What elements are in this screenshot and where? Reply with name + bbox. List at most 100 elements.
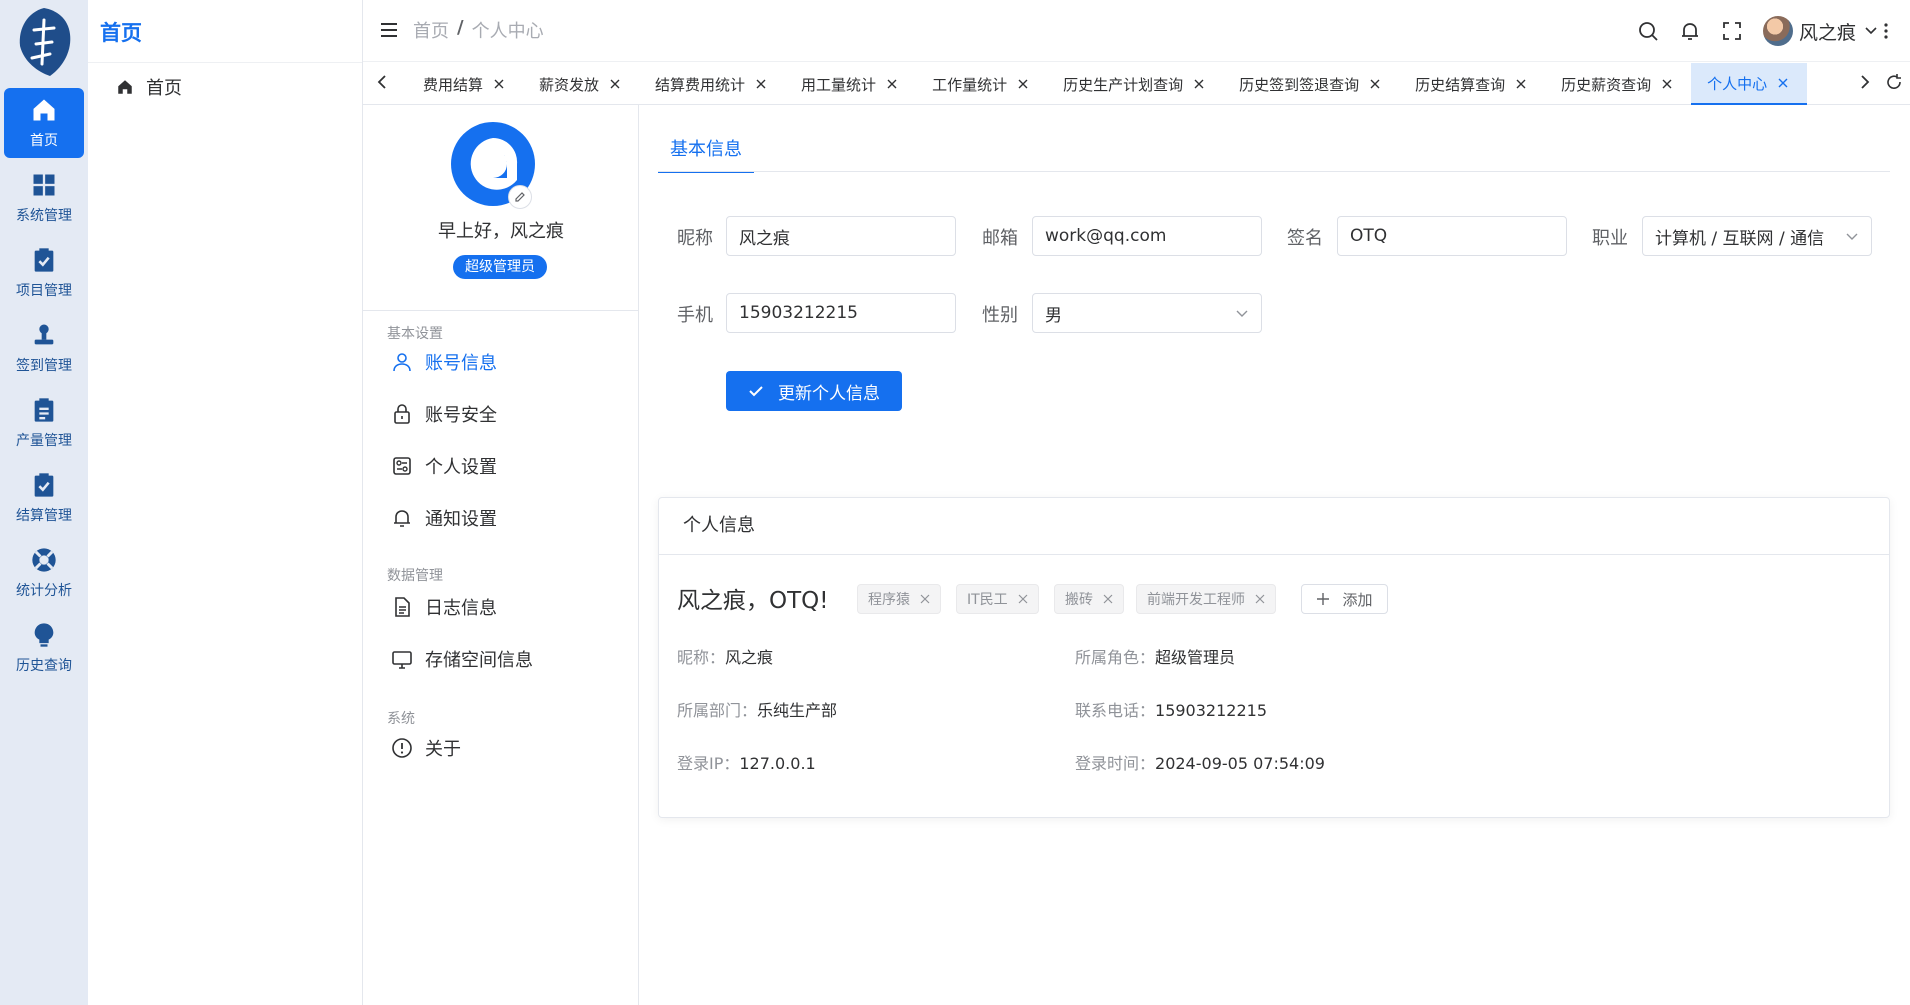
document-icon — [395, 597, 410, 617]
info-value: 2024-09-05 07:54:09 — [1155, 754, 1325, 773]
user-menu[interactable]: 风之痕 — [1762, 16, 1896, 46]
tag-chip: 程序猿 — [857, 584, 941, 614]
hamburger-icon[interactable] — [379, 20, 399, 40]
rail-item-label: 产量管理 — [16, 433, 72, 449]
tab-history-production[interactable]: 历史生产计划查询 — [1047, 63, 1223, 105]
tab-history-checkin[interactable]: 历史签到签退查询 — [1223, 63, 1399, 105]
close-icon[interactable] — [1661, 78, 1673, 90]
job-label: 职业 — [1592, 228, 1628, 249]
settings-card-icon — [393, 457, 411, 475]
info-key: 联系电话： — [1075, 701, 1156, 720]
menu-item-personal-settings[interactable]: 个人设置 — [391, 453, 497, 479]
divider — [363, 310, 639, 311]
fullscreen-icon[interactable] — [1721, 20, 1743, 42]
info-value: 127.0.0.1 — [739, 754, 816, 773]
submenu-title: 首页 — [88, 0, 362, 63]
clipboard-check-icon — [34, 473, 54, 497]
breadcrumb: 首页 / 个人中心 — [413, 17, 544, 43]
tab-salary-payment[interactable]: 薪资发放 — [523, 63, 639, 105]
tab-personal-center[interactable]: 个人中心 — [1691, 63, 1808, 105]
info-department: 所属部门：乐纯生产部 — [677, 697, 837, 721]
submenu-item-home[interactable]: 首页 — [116, 74, 182, 100]
tag-chip: IT民工 — [956, 584, 1039, 614]
info-value: 超级管理员 — [1155, 648, 1236, 667]
close-icon[interactable] — [1369, 78, 1381, 90]
clipboard-check-icon — [34, 248, 54, 272]
menu-group-basic: 基本设置 — [387, 326, 443, 342]
chevron-down-icon — [1865, 27, 1877, 35]
avatar-edit-button[interactable] — [508, 185, 532, 209]
signature-value: OTQ — [1350, 226, 1388, 246]
tab-settlement-stats[interactable]: 结算费用统计 — [639, 63, 785, 105]
job-value: 计算机 / 互联网 / 通信 — [1655, 228, 1825, 249]
tab-label: 历史生产计划查询 — [1063, 75, 1184, 94]
close-icon[interactable] — [1103, 594, 1113, 604]
menu-item-label: 通知设置 — [425, 509, 497, 530]
tag-label: 搬砖 — [1065, 592, 1093, 608]
info-key: 所属部门： — [677, 701, 758, 720]
gender-label: 性别 — [982, 305, 1018, 326]
menu-item-account-info[interactable]: 账号信息 — [391, 349, 497, 375]
tab-history-salary[interactable]: 历史薪资查询 — [1545, 63, 1691, 105]
close-icon[interactable] — [493, 78, 505, 90]
rail-item-settlement[interactable]: 结算管理 — [4, 463, 84, 533]
add-tag-button[interactable]: 添加 — [1301, 584, 1388, 614]
bell-icon[interactable] — [1679, 20, 1701, 42]
tag-label: IT民工 — [967, 592, 1008, 608]
close-icon[interactable] — [1018, 594, 1028, 604]
search-icon[interactable] — [1637, 20, 1659, 42]
close-icon[interactable] — [920, 594, 930, 604]
update-profile-button[interactable]: 更新个人信息 — [726, 371, 902, 411]
menu-item-account-security[interactable]: 账号安全 — [391, 401, 497, 427]
rail-item-project[interactable]: 项目管理 — [4, 238, 84, 308]
info-value: 15903212215 — [1155, 701, 1267, 720]
close-icon[interactable] — [1017, 78, 1029, 90]
rail-item-output[interactable]: 产量管理 — [4, 388, 84, 458]
tab-label: 费用结算 — [423, 75, 484, 94]
tab-workload-stats[interactable]: 工作量统计 — [916, 63, 1047, 105]
logo — [16, 6, 74, 78]
email-label: 邮箱 — [982, 228, 1018, 249]
info-key: 登录IP： — [677, 754, 740, 773]
rail-item-system[interactable]: 系统管理 — [4, 163, 84, 233]
more-vertical-icon[interactable] — [1884, 21, 1888, 41]
rail-item-home[interactable]: 首页 — [4, 88, 84, 158]
signature-field[interactable]: OTQ — [1337, 216, 1567, 256]
close-icon[interactable] — [1777, 77, 1789, 89]
close-icon[interactable] — [1255, 594, 1265, 604]
job-select[interactable]: 计算机 / 互联网 / 通信 — [1642, 216, 1872, 256]
refresh-icon[interactable] — [1883, 71, 1905, 93]
nickname-field[interactable]: 风之痕 — [726, 216, 956, 256]
tab-basic-info[interactable]: 基本信息 — [658, 135, 754, 173]
bell-icon — [394, 510, 410, 527]
close-icon[interactable] — [609, 78, 621, 90]
tab-label: 历史签到签退查询 — [1239, 75, 1360, 94]
menu-item-label: 个人设置 — [425, 457, 497, 478]
menu-item-notification-settings[interactable]: 通知设置 — [391, 505, 497, 531]
tab-fee-settlement[interactable]: 费用结算 — [407, 63, 523, 105]
phone-field[interactable]: 15903212215 — [726, 293, 956, 333]
email-field[interactable]: work@qq.com — [1032, 216, 1262, 256]
menu-item-log-info[interactable]: 日志信息 — [391, 594, 497, 620]
tab-history-settlement[interactable]: 历史结算查询 — [1399, 63, 1545, 105]
tabs-scroll-right-icon[interactable] — [1854, 71, 1876, 93]
close-icon[interactable] — [1193, 78, 1205, 90]
menu-item-about[interactable]: 关于 — [391, 735, 461, 761]
monitor-icon — [392, 651, 412, 669]
divider — [658, 171, 1890, 172]
info-nickname: 昵称：风之痕 — [677, 644, 773, 668]
tab-labor-stats[interactable]: 用工量统计 — [785, 63, 916, 105]
tabs-scroll-left-icon[interactable] — [371, 71, 393, 93]
menu-group-system: 系统 — [387, 711, 415, 727]
rail-item-checkin[interactable]: 签到管理 — [4, 313, 84, 383]
close-icon[interactable] — [755, 78, 767, 90]
close-icon[interactable] — [1515, 78, 1527, 90]
rail-item-history[interactable]: 历史查询 — [4, 613, 84, 683]
clipboard-list-icon — [34, 398, 54, 422]
tabs: 费用结算 薪资发放 结算费用统计 用工量统计 工作量统计 历史生产计划查询 历史… — [407, 63, 1808, 105]
close-icon[interactable] — [886, 78, 898, 90]
breadcrumb-home[interactable]: 首页 — [413, 17, 449, 43]
gender-select[interactable]: 男 — [1032, 293, 1262, 333]
rail-item-statistics[interactable]: 统计分析 — [4, 538, 84, 608]
menu-item-storage-info[interactable]: 存储空间信息 — [391, 646, 533, 672]
